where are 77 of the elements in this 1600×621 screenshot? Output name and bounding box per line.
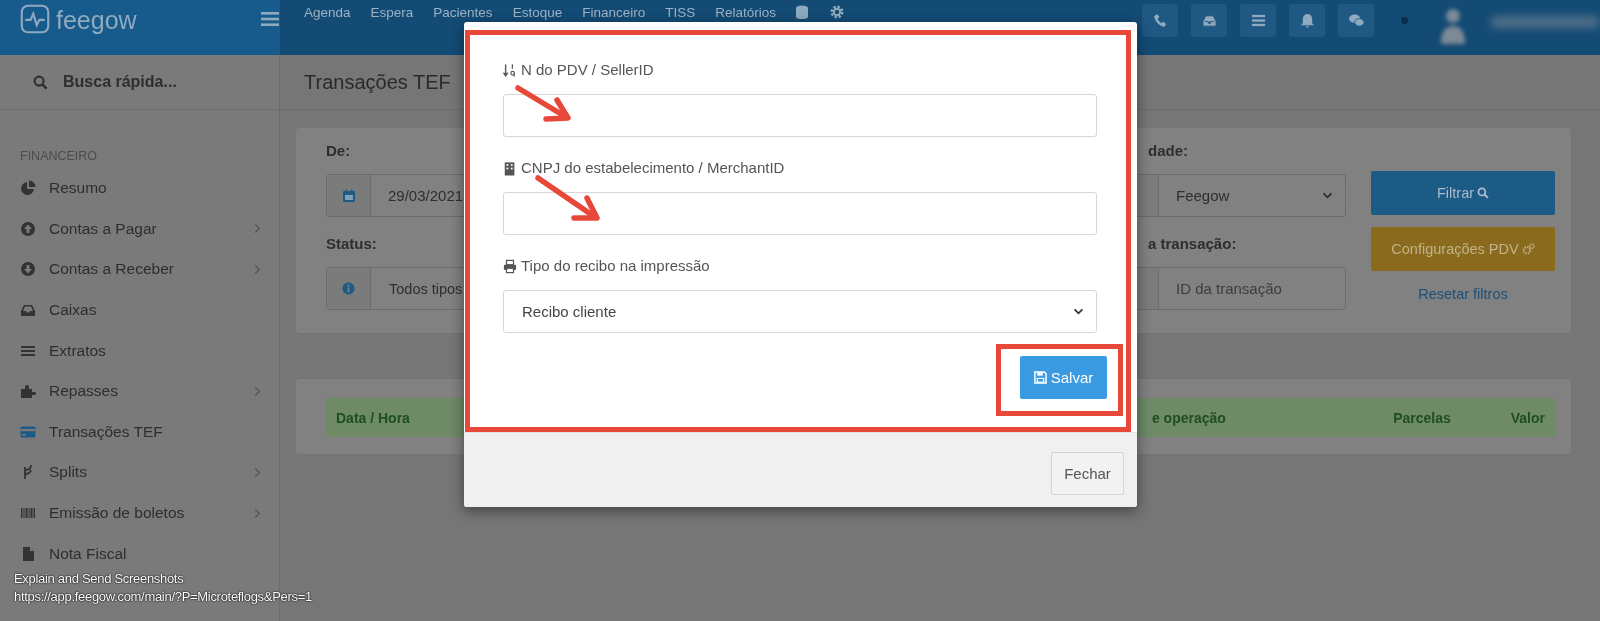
field-label: Tipo do recibo na impressão xyxy=(503,256,1097,276)
gears-icon xyxy=(1521,242,1535,256)
sidebar-item[interactable]: Transações TEF xyxy=(0,411,279,453)
calendar-icon xyxy=(341,188,356,203)
settings-icon[interactable] xyxy=(830,5,844,19)
chat-button[interactable] xyxy=(1338,4,1374,37)
phone-button[interactable] xyxy=(1142,4,1178,37)
save-button[interactable]: Salvar xyxy=(1020,356,1107,399)
logo-text[interactable]: feegow xyxy=(56,5,137,35)
sidebar-item[interactable]: Extratos xyxy=(0,330,279,371)
field-label: CNPJ do estabelecimento / MerchantID xyxy=(503,158,1097,178)
nav-link[interactable]: Relatórios xyxy=(715,4,776,21)
sidebar-item[interactable]: Splits xyxy=(0,452,279,493)
nav-link[interactable]: Pacientes xyxy=(433,4,493,21)
text-field[interactable] xyxy=(503,192,1097,235)
column-header: e operação xyxy=(1151,409,1226,426)
field-label: dade: xyxy=(1147,141,1189,161)
printer-icon xyxy=(503,258,517,274)
inbox-button[interactable] xyxy=(1191,4,1227,37)
annotation-arrow xyxy=(515,85,571,122)
chevron-right-icon xyxy=(254,466,261,478)
inbox-icon xyxy=(20,302,36,319)
info-icon xyxy=(342,282,355,295)
building-icon xyxy=(503,160,517,176)
field-label: De: xyxy=(326,141,352,161)
bell-button[interactable] xyxy=(1289,4,1325,37)
menu-icon[interactable] xyxy=(260,12,279,26)
arrow-up-circle-icon xyxy=(20,220,36,237)
column-header: Valor xyxy=(1510,409,1545,426)
chevron-right-icon xyxy=(254,385,261,397)
sort-numeric-icon xyxy=(503,62,517,78)
document-icon xyxy=(20,545,36,562)
field-label: N do PDV / SellerID xyxy=(503,60,1097,80)
list-button[interactable] xyxy=(1240,4,1276,37)
sidebar-item[interactable]: Repasses xyxy=(0,370,279,412)
puzzle-icon xyxy=(20,383,36,400)
arrow-down-circle-icon xyxy=(20,261,36,278)
receipt-type-select[interactable]: Recibo cliente xyxy=(503,290,1097,333)
chevron-down-icon xyxy=(1073,308,1084,315)
filter-button[interactable]: Filtrar xyxy=(1371,171,1555,215)
chevron-right-icon xyxy=(254,223,261,235)
sidebar-item[interactable]: Emissão de boletos xyxy=(0,492,279,534)
nav-link[interactable]: TISS xyxy=(665,4,696,21)
column-header: Data / Hora xyxy=(336,409,410,426)
reset-filters-link[interactable]: Resetar filtros xyxy=(1371,286,1555,302)
chevron-down-icon xyxy=(1322,192,1333,199)
annotation-arrow xyxy=(535,175,600,221)
column-header: Parcelas xyxy=(1393,409,1451,426)
status-dot xyxy=(1401,17,1408,24)
close-button[interactable]: Fechar xyxy=(1051,452,1124,495)
sidebar-item[interactable]: Resumo xyxy=(0,168,279,209)
nav-link[interactable]: Espera xyxy=(370,4,414,21)
field-label: Status: xyxy=(326,234,378,254)
list-icon xyxy=(1250,13,1266,28)
search-icon xyxy=(1477,187,1490,199)
sidebar-item[interactable]: Caixas xyxy=(0,289,279,331)
field-label: a transação: xyxy=(1147,234,1238,254)
quick-search-field[interactable]: Busca rápida... xyxy=(0,55,279,110)
search-icon xyxy=(33,74,48,90)
text-field[interactable] xyxy=(503,94,1097,137)
nav-link[interactable]: Estoque xyxy=(512,4,563,21)
inbox-icon xyxy=(1201,13,1217,28)
page-title: Transações TEF xyxy=(304,70,451,94)
page-url: https://app.feegow.com/main/?P=Microteflogs&Pers=1 xyxy=(14,588,312,606)
chevron-right-icon xyxy=(254,507,261,519)
pos-settings-button[interactable]: Configurações PDV xyxy=(1371,227,1555,271)
phone-icon xyxy=(1152,13,1168,28)
nav-link[interactable]: Agenda xyxy=(304,4,351,21)
sidebar-item[interactable]: Contas a Receber xyxy=(0,249,279,290)
chat-icon xyxy=(1348,13,1364,28)
nav-link[interactable]: Financeiro xyxy=(582,4,646,21)
bell-icon xyxy=(1299,13,1315,28)
database-icon[interactable] xyxy=(796,5,808,19)
sidebar-item[interactable]: Contas a Pagar xyxy=(0,208,279,250)
pie-chart-icon xyxy=(20,180,36,197)
chevron-right-icon xyxy=(254,264,261,275)
logo-icon xyxy=(20,4,50,34)
